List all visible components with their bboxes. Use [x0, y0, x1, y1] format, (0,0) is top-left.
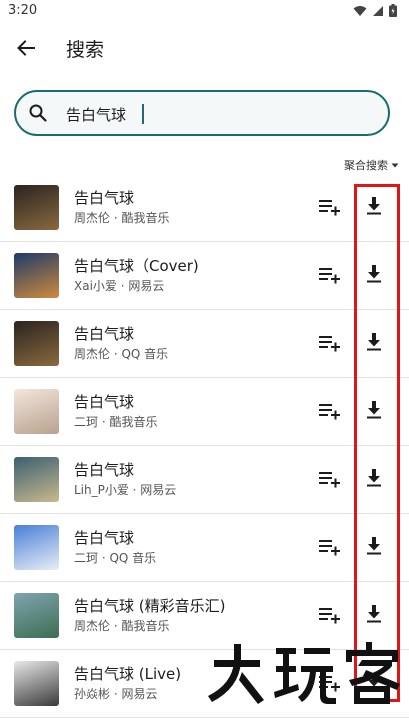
- song-title: 告白气球: [74, 189, 135, 207]
- song-artist-source: Lih_P小爱 · 网易云: [74, 483, 177, 497]
- add-to-queue-icon[interactable]: [318, 332, 340, 354]
- back-arrow-icon: [17, 40, 35, 56]
- album-cover: [14, 593, 59, 638]
- album-cover: [14, 321, 59, 366]
- back-button[interactable]: [12, 34, 40, 62]
- sort-label: 聚合搜索: [344, 159, 388, 172]
- status-time: 3:20: [8, 3, 38, 18]
- song-artist-source: 二珂 · QQ 音乐: [74, 551, 157, 565]
- song-title: 告白气球: [74, 393, 135, 411]
- app-bar: 搜索: [0, 26, 409, 70]
- add-to-queue-icon[interactable]: [318, 264, 340, 286]
- add-to-queue-icon[interactable]: [318, 604, 340, 626]
- wifi-icon: [353, 5, 367, 16]
- search-icon: [29, 104, 47, 122]
- download-icon[interactable]: [363, 331, 385, 353]
- album-cover: [14, 185, 59, 230]
- song-row[interactable]: 告白气球 周杰伦 · 酷我音乐: [0, 174, 409, 242]
- song-title: 告白气球: [74, 529, 135, 547]
- song-artist-source: 孙焱彬 · 网易云: [74, 687, 158, 701]
- download-icon[interactable]: [363, 263, 385, 285]
- song-title: 告白气球（Cover): [74, 257, 199, 275]
- search-input[interactable]: [64, 98, 378, 130]
- status-icons: [353, 4, 397, 17]
- download-icon[interactable]: [363, 467, 385, 489]
- album-cover: [14, 253, 59, 298]
- song-title: 告白气球 (精彩音乐汇): [74, 597, 226, 615]
- album-cover: [14, 457, 59, 502]
- add-to-queue-icon[interactable]: [318, 400, 340, 422]
- sort-dropdown[interactable]: 聚合搜索: [344, 157, 399, 173]
- album-cover: [14, 389, 59, 434]
- download-icon[interactable]: [363, 535, 385, 557]
- album-cover: [14, 525, 59, 570]
- song-row[interactable]: 告白气球（Cover) Xai小爱 · 网易云: [0, 242, 409, 310]
- signal-icon: [373, 5, 383, 16]
- song-title: 告白气球 (Live): [74, 665, 182, 683]
- song-row[interactable]: 告白气球 周杰伦 · QQ 音乐: [0, 310, 409, 378]
- battery-icon: [389, 4, 397, 17]
- song-artist-source: Xai小爱 · 网易云: [74, 279, 165, 293]
- add-to-queue-icon[interactable]: [318, 468, 340, 490]
- song-artist-source: 周杰伦 · 酷我音乐: [74, 619, 170, 633]
- song-row[interactable]: 告白气球 Lih_P小爱 · 网易云: [0, 446, 409, 514]
- add-to-queue-icon[interactable]: [318, 536, 340, 558]
- song-artist-source: 二珂 · 酷我音乐: [74, 415, 158, 429]
- download-icon[interactable]: [363, 195, 385, 217]
- song-artist-source: 周杰伦 · QQ 音乐: [74, 347, 169, 361]
- watermark-logo: [208, 642, 400, 704]
- song-title: 告白气球: [74, 325, 135, 343]
- search-box[interactable]: [14, 90, 390, 136]
- song-list: 告白气球 周杰伦 · 酷我音乐 告白气球（Cover) Xai小爱 · 网易云: [0, 174, 409, 718]
- dropdown-arrow-icon: [391, 163, 399, 168]
- page-title: 搜索: [66, 39, 105, 61]
- album-cover: [14, 661, 59, 706]
- download-icon[interactable]: [363, 399, 385, 421]
- song-row[interactable]: 告白气球 二珂 · 酷我音乐: [0, 378, 409, 446]
- song-artist-source: 周杰伦 · 酷我音乐: [74, 211, 170, 225]
- status-bar: 3:20: [0, 0, 409, 22]
- song-row[interactable]: 告白气球 二珂 · QQ 音乐: [0, 514, 409, 582]
- song-title: 告白气球: [74, 461, 135, 479]
- download-icon[interactable]: [363, 603, 385, 625]
- add-to-queue-icon[interactable]: [318, 196, 340, 218]
- text-cursor: [142, 104, 144, 124]
